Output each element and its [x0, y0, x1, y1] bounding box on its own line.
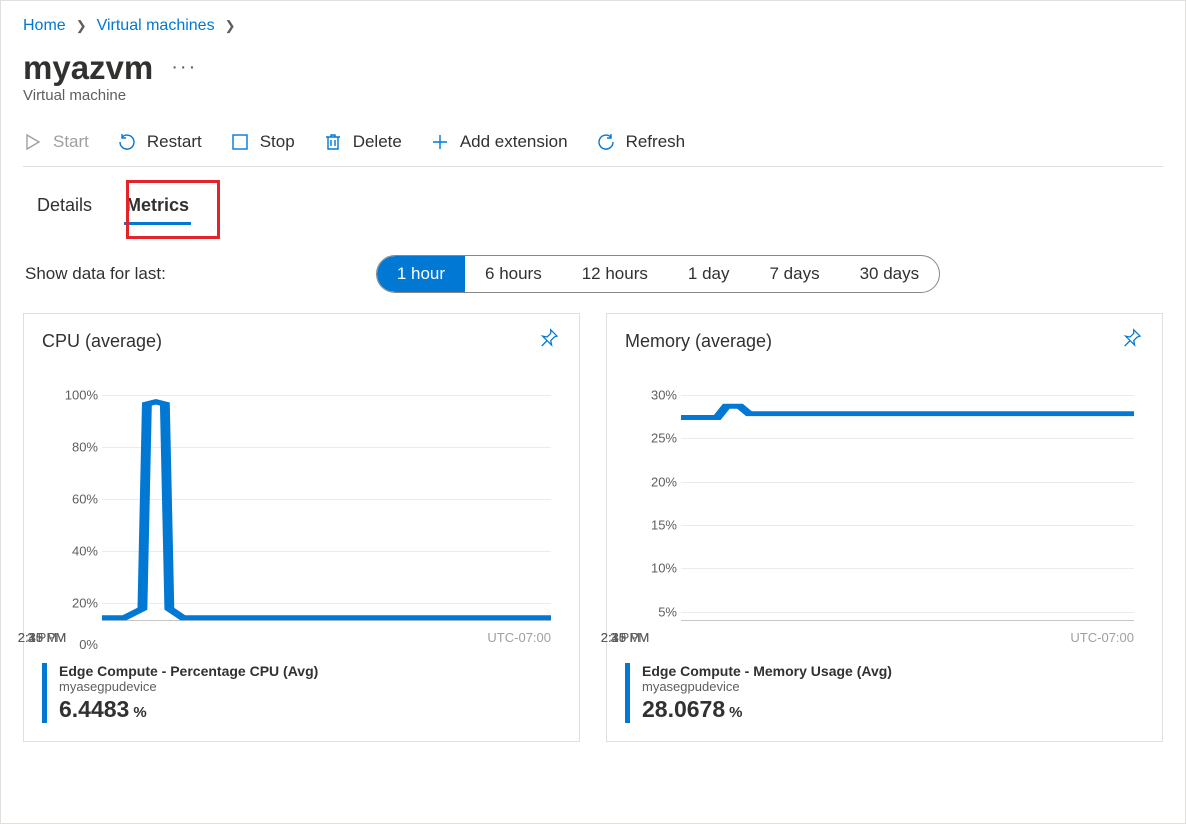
- range-30-days[interactable]: 30 days: [840, 256, 940, 292]
- page-title: myazvm: [23, 49, 153, 87]
- legend-resource: myasegpudevice: [59, 679, 318, 694]
- ytick: 80%: [72, 440, 98, 455]
- add-extension-button[interactable]: Add extension: [430, 132, 568, 152]
- cpu-card-title: CPU (average): [42, 331, 162, 352]
- ytick: 15%: [651, 518, 677, 533]
- legend-unit: %: [133, 704, 146, 721]
- chevron-right-icon: ❯: [225, 18, 236, 34]
- start-button: Start: [23, 132, 89, 152]
- legend-metric: Edge Compute - Percentage CPU (Avg): [59, 663, 318, 679]
- pin-icon: [539, 328, 561, 350]
- memory-chart: 30% 25% 20% 15% 10% 5% 2:15 PM 2:30 PM 2…: [625, 395, 1144, 655]
- range-12-hours[interactable]: 12 hours: [562, 256, 668, 292]
- memory-card: Memory (average) 30% 25% 20% 15% 10% 5% …: [606, 313, 1163, 742]
- legend-metric: Edge Compute - Memory Usage (Avg): [642, 663, 892, 679]
- time-range-label: Show data for last:: [25, 264, 166, 284]
- range-7-days[interactable]: 7 days: [749, 256, 839, 292]
- range-1-day[interactable]: 1 day: [668, 256, 750, 292]
- refresh-icon: [596, 132, 616, 152]
- legend-value: 6.4483: [59, 696, 129, 723]
- memory-series-line: [681, 395, 1134, 620]
- metrics-cards: CPU (average) 100% 80% 60% 40% 20% 0% 2:: [23, 313, 1163, 742]
- refresh-button[interactable]: Refresh: [596, 132, 686, 152]
- legend-resource: myasegpudevice: [642, 679, 892, 694]
- ytick: 0%: [79, 637, 98, 652]
- restart-icon: [117, 132, 137, 152]
- ytick: 10%: [651, 561, 677, 576]
- tab-details[interactable]: Details: [35, 189, 94, 225]
- timezone-label: UTC-07:00: [487, 630, 551, 645]
- ytick: 5%: [658, 604, 677, 619]
- play-icon: [23, 132, 43, 152]
- page-header: myazvm ···: [23, 49, 1163, 87]
- time-range-row: Show data for last: 1 hour 6 hours 12 ho…: [25, 255, 1163, 293]
- ytick: 30%: [651, 388, 677, 403]
- restart-button[interactable]: Restart: [117, 132, 202, 152]
- timezone-label: UTC-07:00: [1070, 630, 1134, 645]
- stop-button[interactable]: Stop: [230, 132, 295, 152]
- pin-button[interactable]: [539, 328, 561, 355]
- ytick: 20%: [651, 474, 677, 489]
- stop-icon: [230, 132, 250, 152]
- pin-button[interactable]: [1122, 328, 1144, 355]
- xtick: 3 PM: [27, 630, 57, 645]
- memory-legend: Edge Compute - Memory Usage (Avg) myaseg…: [625, 663, 1144, 723]
- pin-icon: [1122, 328, 1144, 350]
- breadcrumb-virtual-machines[interactable]: Virtual machines: [97, 17, 215, 35]
- annotation-highlight: [126, 180, 220, 239]
- ytick: 25%: [651, 431, 677, 446]
- ytick: 100%: [65, 388, 98, 403]
- range-6-hours[interactable]: 6 hours: [465, 256, 562, 292]
- ytick: 60%: [72, 492, 98, 507]
- delete-button[interactable]: Delete: [323, 132, 402, 152]
- range-1-hour[interactable]: 1 hour: [377, 256, 465, 292]
- memory-card-title: Memory (average): [625, 331, 772, 352]
- plus-icon: [430, 132, 450, 152]
- command-bar: Start Restart Stop Delete Add extension …: [23, 124, 1163, 167]
- breadcrumb: Home ❯ Virtual machines ❯: [23, 17, 1163, 35]
- legend-unit: %: [729, 704, 742, 721]
- ytick: 40%: [72, 544, 98, 559]
- xtick: 3 PM: [610, 630, 640, 645]
- cpu-card: CPU (average) 100% 80% 60% 40% 20% 0% 2:: [23, 313, 580, 742]
- more-actions-icon[interactable]: ···: [171, 56, 197, 79]
- breadcrumb-home[interactable]: Home: [23, 17, 66, 35]
- time-range-picker: 1 hour 6 hours 12 hours 1 day 7 days 30 …: [376, 255, 940, 293]
- cpu-legend: Edge Compute - Percentage CPU (Avg) myas…: [42, 663, 561, 723]
- resource-type-label: Virtual machine: [23, 87, 1163, 104]
- ytick: 20%: [72, 596, 98, 611]
- delete-icon: [323, 132, 343, 152]
- cpu-series-line: [102, 395, 551, 620]
- chevron-right-icon: ❯: [76, 18, 87, 34]
- legend-value: 28.0678: [642, 696, 725, 723]
- cpu-chart: 100% 80% 60% 40% 20% 0% 2:15 PM 2:30 PM …: [42, 395, 561, 655]
